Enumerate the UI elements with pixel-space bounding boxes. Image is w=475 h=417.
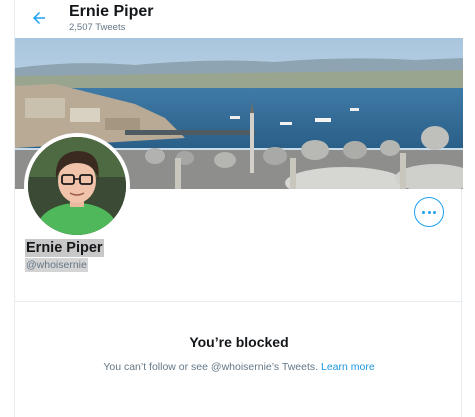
profile-avatar[interactable] (24, 133, 130, 239)
learn-more-link[interactable]: Learn more (321, 361, 375, 373)
tweet-count: 2,507 Tweets (69, 22, 126, 33)
more-horizontal-icon (422, 210, 436, 214)
blocked-title: You’re blocked (189, 334, 289, 350)
header-title: Ernie Piper (69, 3, 154, 20)
profile-display-name: Ernie Piper (25, 239, 104, 257)
profile-handle: @whoisernie (25, 258, 88, 272)
blocked-message-line: You can’t follow or see @whoisernie’s Tw… (15, 361, 463, 373)
back-button[interactable] (27, 8, 51, 28)
section-divider (15, 301, 463, 302)
blocked-message: You can’t follow or see @whoisernie’s Tw… (103, 361, 319, 373)
avatar-image (28, 137, 126, 235)
arrow-left-icon (33, 12, 45, 24)
more-options-button[interactable] (414, 197, 444, 227)
profile-column: Ernie Piper 2,507 Tweets Ernie Piper @wh… (14, 0, 463, 417)
profile-header: Ernie Piper 2,507 Tweets (15, 0, 463, 38)
